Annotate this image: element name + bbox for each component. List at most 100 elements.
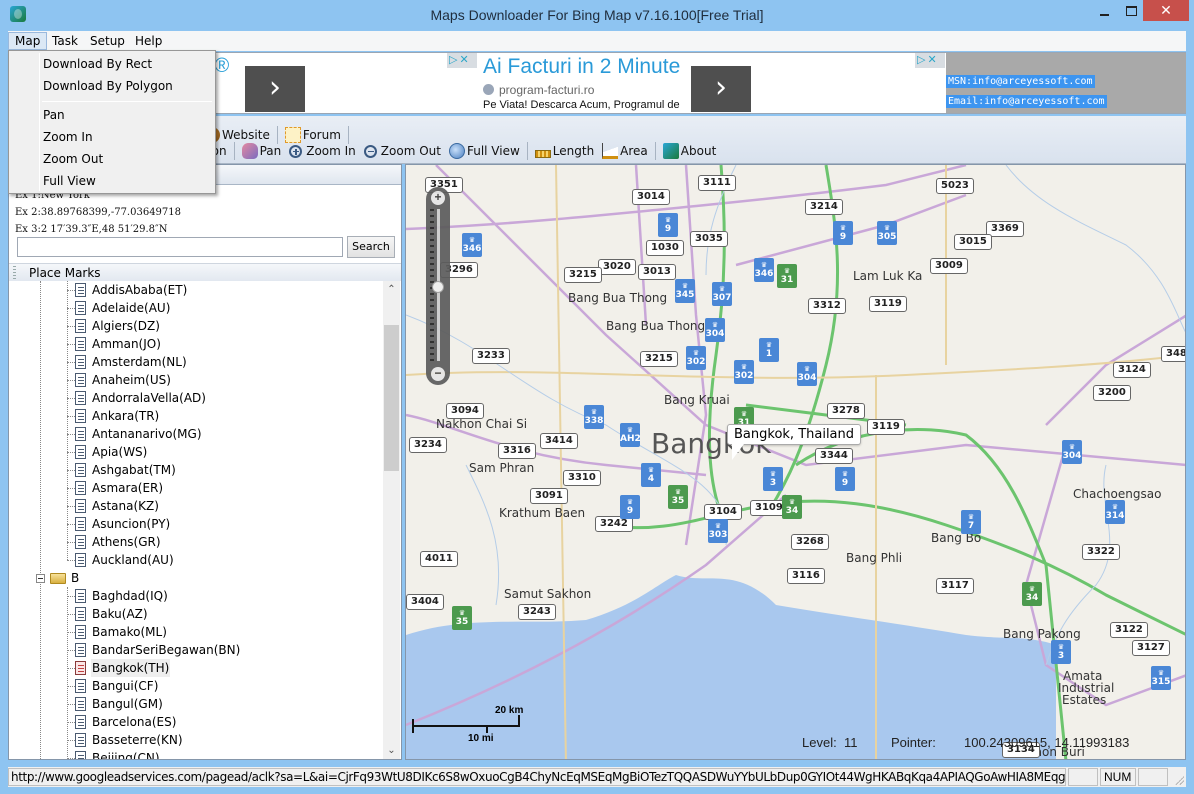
tree-item[interactable]: Astana(KZ) bbox=[9, 497, 383, 515]
menu-download-by-polygon[interactable]: Download By Polygon bbox=[11, 75, 213, 97]
tree-item[interactable]: Bangui(CF) bbox=[9, 677, 383, 695]
tree-item-label: Barcelona(ES) bbox=[92, 715, 177, 729]
tree-item[interactable]: Ankara(TR) bbox=[9, 407, 383, 425]
zoom-plus-icon[interactable]: + bbox=[431, 191, 445, 205]
menu-pan[interactable]: Pan bbox=[11, 104, 213, 126]
place-label: Bang Pakong bbox=[1003, 627, 1081, 641]
tree-item[interactable]: Baku(AZ) bbox=[9, 605, 383, 623]
ad-right-arrow-button[interactable]: › bbox=[691, 66, 751, 112]
highway-shield: 31 bbox=[777, 264, 797, 288]
document-icon bbox=[75, 355, 86, 369]
tree-item[interactable]: BandarSeriBegawan(BN) bbox=[9, 641, 383, 659]
ad-url-text: program-facturi.ro bbox=[499, 83, 595, 97]
close-button[interactable]: ✕ bbox=[1143, 0, 1189, 21]
menu-setup[interactable]: Setup bbox=[84, 32, 131, 50]
tree-item[interactable]: Baghdad(IQ) bbox=[9, 587, 383, 605]
tree-item[interactable]: Bangkok(TH) bbox=[9, 659, 383, 677]
menu-full-view[interactable]: Full View bbox=[11, 170, 213, 192]
route-shield: 3344 bbox=[815, 448, 853, 464]
highway-shield: 315 bbox=[1151, 666, 1171, 690]
route-shield: 3214 bbox=[805, 199, 843, 215]
route-shield: 3414 bbox=[540, 433, 578, 449]
tree-scrollbar[interactable]: ⌃ ⌄ bbox=[383, 281, 400, 759]
menu-task[interactable]: Task bbox=[46, 32, 84, 50]
tree-item[interactable]: Barcelona(ES) bbox=[9, 713, 383, 731]
example-3: Ex 3:2 17′39.3″E,48 51′29.8″N bbox=[15, 224, 168, 235]
ad-choices-icon[interactable]: ▷✕ bbox=[447, 53, 477, 68]
folder-icon bbox=[50, 573, 66, 584]
ad-choices-icon-2[interactable]: ▷✕ bbox=[915, 53, 945, 68]
length-icon bbox=[534, 150, 551, 158]
tree-item[interactable]: Anaheim(US) bbox=[9, 371, 383, 389]
route-shield: 3233 bbox=[472, 348, 510, 364]
level-label: Level: bbox=[802, 735, 837, 750]
tree-item[interactable]: Adelaide(AU) bbox=[9, 299, 383, 317]
tree-item[interactable]: Beijing(CN) bbox=[9, 749, 383, 759]
place-label: Bang Bua Thong bbox=[568, 291, 668, 305]
tree-item[interactable]: Algiers(DZ) bbox=[9, 317, 383, 335]
title-bar: Maps Downloader For Bing Map v7.16.100[F… bbox=[0, 0, 1194, 31]
route-shield: 3404 bbox=[406, 594, 444, 610]
minimize-button[interactable] bbox=[1090, 0, 1118, 21]
tree-item-label: Athens(GR) bbox=[92, 535, 161, 549]
tree-item[interactable]: Basseterre(KN) bbox=[9, 731, 383, 749]
msn-contact: MSN:info@arceyessoft.com bbox=[946, 75, 1095, 88]
menu-help[interactable]: Help bbox=[129, 32, 168, 50]
route-shield: 3268 bbox=[791, 534, 829, 550]
full-view-button[interactable]: Full View bbox=[445, 141, 524, 161]
status-url: http://www.googleadservices.com/pagead/a… bbox=[8, 768, 1066, 786]
scroll-up-icon[interactable]: ⌃ bbox=[383, 281, 400, 298]
ad-headline[interactable]: Ai Facturi in 2 Minute bbox=[483, 55, 680, 79]
area-button[interactable]: Area bbox=[598, 141, 652, 161]
scroll-down-icon[interactable]: ⌄ bbox=[383, 742, 400, 759]
tree-item[interactable]: Ashgabat(TM) bbox=[9, 461, 383, 479]
zoom-slider[interactable]: + − bbox=[426, 187, 450, 385]
tree-item[interactable]: Athens(GR) bbox=[9, 533, 383, 551]
search-input[interactable] bbox=[17, 237, 343, 257]
ad-url[interactable]: program-facturi.ro bbox=[483, 83, 594, 97]
highway-shield: 302 bbox=[734, 360, 754, 384]
search-button[interactable]: Search bbox=[347, 236, 395, 258]
place-label: Bang Bua Thong bbox=[606, 319, 706, 333]
map-view[interactable]: Bang Bua Thong Bang Bua Thong Lam Luk Ka Ba… bbox=[405, 164, 1186, 760]
tree-item[interactable]: Asmara(ER) bbox=[9, 479, 383, 497]
menu-map[interactable]: Map bbox=[8, 32, 48, 50]
place-marks-tree: AddisAbaba(ET) Adelaide(AU) Algiers(DZ) Amm… bbox=[9, 281, 383, 759]
full-view-label: Full View bbox=[466, 144, 520, 158]
route-shield: 4011 bbox=[420, 551, 458, 567]
tree-item[interactable]: Bangul(GM) bbox=[9, 695, 383, 713]
resize-grip-icon[interactable] bbox=[1174, 775, 1184, 785]
tree-item[interactable]: Antananarivo(MG) bbox=[9, 425, 383, 443]
pan-button[interactable]: Pan bbox=[238, 141, 286, 161]
scroll-thumb[interactable] bbox=[384, 325, 399, 471]
zoom-in-button[interactable]: Zoom In bbox=[285, 141, 360, 161]
scale-tick bbox=[518, 715, 520, 725]
about-button[interactable]: About bbox=[659, 141, 720, 161]
menu-zoom-out[interactable]: Zoom Out bbox=[11, 148, 213, 170]
highway-shield: 304 bbox=[1062, 440, 1082, 464]
zoom-minus-icon[interactable]: − bbox=[431, 367, 445, 381]
tree-item[interactable]: AndorralaVella(AD) bbox=[9, 389, 383, 407]
tree-item[interactable]: Bamako(ML) bbox=[9, 623, 383, 641]
place-label: Lam Luk Ka bbox=[853, 269, 923, 283]
grip-icon[interactable] bbox=[13, 266, 16, 280]
tree-item[interactable]: Asuncion(PY) bbox=[9, 515, 383, 533]
length-button[interactable]: Length bbox=[531, 141, 598, 161]
tree-folder-b[interactable]: B bbox=[9, 569, 383, 587]
menu-download-by-rect[interactable]: Download By Rect bbox=[11, 53, 213, 75]
tree-item[interactable]: Apia(WS) bbox=[9, 443, 383, 461]
menu-zoom-in[interactable]: Zoom In bbox=[11, 126, 213, 148]
tree-item[interactable]: Amsterdam(NL) bbox=[9, 353, 383, 371]
route-shield: 3035 bbox=[690, 231, 728, 247]
document-icon bbox=[75, 643, 86, 657]
tree-item-label: Ashgabat(TM) bbox=[92, 463, 176, 477]
document-icon bbox=[75, 391, 86, 405]
zoom-thumb[interactable] bbox=[432, 281, 444, 293]
collapse-icon[interactable] bbox=[36, 574, 45, 583]
tree-item[interactable]: Auckland(AU) bbox=[9, 551, 383, 569]
tree-item[interactable]: Amman(JO) bbox=[9, 335, 383, 353]
tree-item[interactable]: AddisAbaba(ET) bbox=[9, 281, 383, 299]
maximize-button[interactable] bbox=[1117, 0, 1145, 21]
zoom-out-button[interactable]: Zoom Out bbox=[360, 141, 445, 161]
ad-left-arrow-button[interactable]: › bbox=[245, 66, 305, 112]
